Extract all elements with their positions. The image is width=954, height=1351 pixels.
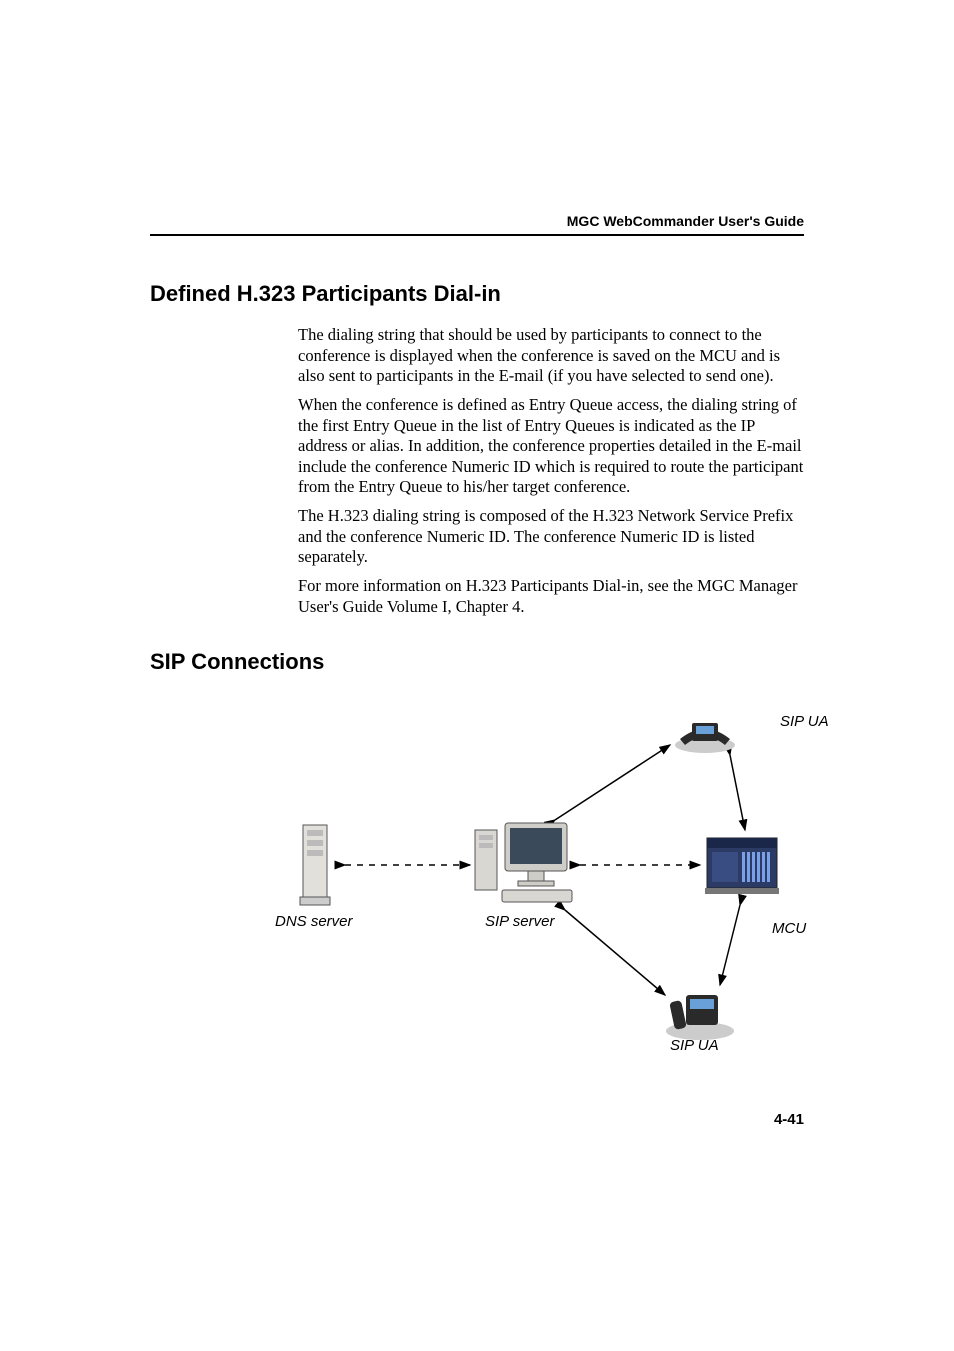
label-sip-server: SIP server [485, 913, 554, 930]
mcu-icon [702, 830, 782, 905]
body-paragraph: For more information on H.323 Participan… [298, 576, 804, 617]
label-dns-server: DNS server [275, 913, 353, 930]
body-paragraph: The dialing string that should be used b… [298, 325, 804, 387]
section-heading-sip-connections: SIP Connections [150, 649, 804, 675]
header-rule [150, 234, 804, 236]
dns-server-icon [295, 820, 335, 915]
document-page: MGC WebCommander User's Guide Defined H.… [0, 0, 954, 1351]
header-guide-title: MGC WebCommander User's Guide [567, 213, 804, 229]
section-heading-defined-h323: Defined H.323 Participants Dial-in [150, 281, 804, 307]
label-sip-ua-top: SIP UA [780, 713, 829, 730]
label-sip-ua-bottom: SIP UA [670, 1037, 719, 1054]
label-mcu: MCU [772, 920, 806, 937]
body-paragraph: The H.323 dialing string is composed of … [298, 506, 804, 568]
page-number: 4-41 [774, 1111, 804, 1128]
sip-diagram: SIP UA SIP UA DNS server SIP server MCU [270, 695, 804, 1055]
body-paragraph: When the conference is defined as Entry … [298, 395, 804, 498]
sip-server-icon [470, 815, 580, 915]
sip-ua-phone-top-icon [670, 701, 740, 761]
